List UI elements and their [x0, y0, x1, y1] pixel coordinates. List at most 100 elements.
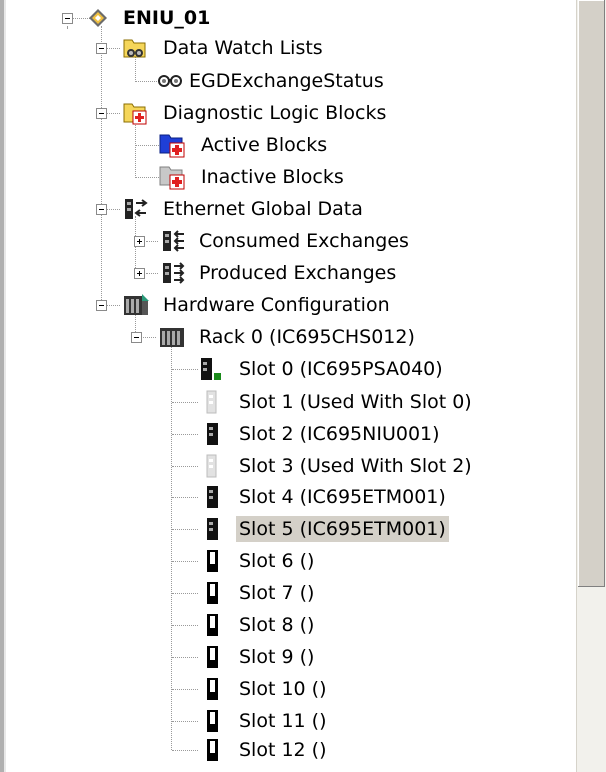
tree-node-label: Inactive Blocks	[201, 166, 344, 188]
empty-slot-icon	[207, 614, 218, 636]
empty-slot-icon	[207, 739, 218, 761]
collapse-root-toggle[interactable]	[62, 13, 73, 24]
tree-node-slot-7[interactable]: Slot 7 ()	[198, 579, 317, 607]
tree-node-label: Rack 0 (IC695CHS012)	[199, 326, 415, 348]
tree-node-label: Data Watch Lists	[163, 37, 323, 59]
tree-node-slot-3[interactable]: Slot 3 (Used With Slot 2)	[198, 452, 475, 480]
expand-produced-toggle[interactable]	[134, 268, 145, 279]
tree-node-slot-10[interactable]: Slot 10 ()	[198, 675, 330, 703]
tree-node-inactive-blocks[interactable]: Inactive Blocks	[158, 163, 347, 191]
tree-node-label: EGDExchangeStatus	[189, 70, 384, 92]
consumed-exchange-icon	[163, 230, 184, 252]
tree-node-label: Slot 2 (IC695NIU001)	[239, 423, 440, 445]
project-tree[interactable]: ENIU_01 Data Watch Lists EGDExchangeStat…	[0, 0, 576, 772]
tree-node-slot-4[interactable]: Slot 4 (IC695ETM001)	[198, 483, 449, 511]
tree-node-egd-exchange-status[interactable]: EGDExchangeStatus	[158, 67, 387, 95]
tree-line	[172, 657, 198, 658]
tree-line	[135, 145, 159, 146]
tree-node-label: Ethernet Global Data	[163, 198, 363, 220]
tree-node-slot-6[interactable]: Slot 6 ()	[198, 547, 317, 575]
produced-exchange-icon	[163, 262, 185, 284]
module-icon	[207, 486, 218, 508]
collapse-diagnostic-toggle[interactable]	[96, 108, 107, 119]
collapse-hardware-toggle[interactable]	[96, 300, 107, 311]
tree-line	[101, 26, 102, 306]
empty-slot-icon	[207, 710, 218, 732]
tree-node-label: Slot 11 ()	[239, 710, 327, 732]
tree-node-label: Slot 8 ()	[239, 614, 315, 636]
tree-line	[135, 81, 157, 82]
tree-node-label-selected: Slot 5 (IC695ETM001)	[236, 516, 449, 542]
tree-line	[172, 721, 198, 722]
tree-node-slot-2[interactable]: Slot 2 (IC695NIU001)	[198, 420, 443, 448]
tree-line	[172, 750, 198, 751]
tree-node-produced-exchanges[interactable]: Produced Exchanges	[160, 259, 399, 287]
tree-node-label: Active Blocks	[201, 134, 328, 156]
tree-node-diagnostic-logic-blocks[interactable]: Diagnostic Logic Blocks	[122, 99, 389, 127]
tree-node-label: ENIU_01	[123, 7, 211, 29]
watch-list-folder-icon	[123, 39, 146, 58]
tree-node-ethernet-global-data[interactable]: Ethernet Global Data	[122, 195, 366, 223]
tree-node-slot-11[interactable]: Slot 11 ()	[198, 707, 330, 735]
empty-slot-icon	[207, 678, 218, 700]
tree-node-label: Slot 7 ()	[239, 582, 315, 604]
empty-slot-icon	[207, 550, 218, 572]
tree-line	[140, 337, 156, 338]
tree-line	[67, 26, 68, 28]
tree-node-label: Slot 9 ()	[239, 646, 315, 668]
empty-slot-icon	[207, 582, 218, 604]
expand-consumed-toggle[interactable]	[134, 236, 145, 247]
tree-node-rack-0[interactable]: Rack 0 (IC695CHS012)	[158, 323, 418, 351]
module-icon	[207, 423, 218, 445]
tree-node-label: Slot 6 ()	[239, 550, 315, 572]
target-diamond-icon	[89, 9, 107, 27]
tree-line	[106, 305, 120, 306]
tree-node-data-watch-lists[interactable]: Data Watch Lists	[122, 34, 326, 62]
tree-node-label: Produced Exchanges	[199, 262, 397, 284]
tree-line	[146, 241, 158, 242]
module-icon	[207, 518, 218, 540]
tree-node-label: Slot 10 ()	[239, 678, 327, 700]
tree-line	[172, 466, 198, 467]
collapse-ethernet-toggle[interactable]	[96, 204, 107, 215]
collapse-rack-toggle[interactable]	[131, 332, 142, 343]
tree-line	[172, 561, 198, 562]
tree-line	[135, 120, 136, 178]
rack-icon	[160, 328, 184, 347]
vertical-scrollbar-thumb[interactable]	[578, 0, 605, 587]
tree-node-label: Hardware Configuration	[163, 294, 390, 316]
glasses-icon	[158, 75, 182, 87]
tree-node-slot-1[interactable]: Slot 1 (Used With Slot 0)	[198, 388, 475, 416]
tree-node-slot-5[interactable]: Slot 5 (IC695ETM001)	[198, 515, 449, 543]
tree-node-slot-9[interactable]: Slot 9 ()	[198, 643, 317, 671]
tree-node-consumed-exchanges[interactable]: Consumed Exchanges	[160, 227, 412, 255]
tree-node-slot-12[interactable]: Slot 12 ()	[198, 736, 330, 764]
tree-line	[172, 369, 198, 370]
tree-line	[172, 529, 198, 530]
collapse-watch-lists-toggle[interactable]	[96, 43, 107, 54]
tree-node-label: Slot 3 (Used With Slot 2)	[239, 455, 472, 477]
diagnostic-folder-icon	[123, 103, 147, 125]
tree-node-active-blocks[interactable]: Active Blocks	[158, 131, 330, 159]
ethernet-exchange-icon	[125, 199, 148, 219]
tree-node-label: Slot 0 (IC695PSA040)	[239, 358, 443, 380]
tree-node-root[interactable]: ENIU_01	[88, 4, 213, 32]
active-blocks-icon	[159, 134, 185, 158]
tree-node-label: Slot 4 (IC695ETM001)	[239, 486, 446, 508]
used-slot-icon	[206, 390, 217, 414]
tree-node-slot-0[interactable]: Slot 0 (IC695PSA040)	[198, 355, 446, 383]
used-slot-icon	[206, 454, 217, 478]
tree-line	[172, 434, 198, 435]
tree-line	[106, 48, 120, 49]
tree-line	[146, 273, 158, 274]
tree-line	[106, 209, 120, 210]
tree-node-hardware-configuration[interactable]: Hardware Configuration	[122, 291, 393, 319]
tree-line	[135, 177, 159, 178]
tree-node-slot-8[interactable]: Slot 8 ()	[198, 611, 317, 639]
tree-node-label: Slot 1 (Used With Slot 0)	[239, 391, 472, 413]
tree-line	[106, 113, 120, 114]
tree-node-label: Slot 12 ()	[239, 739, 327, 761]
power-supply-module-icon	[201, 358, 221, 380]
empty-slot-icon	[207, 646, 218, 668]
tree-line	[172, 497, 198, 498]
